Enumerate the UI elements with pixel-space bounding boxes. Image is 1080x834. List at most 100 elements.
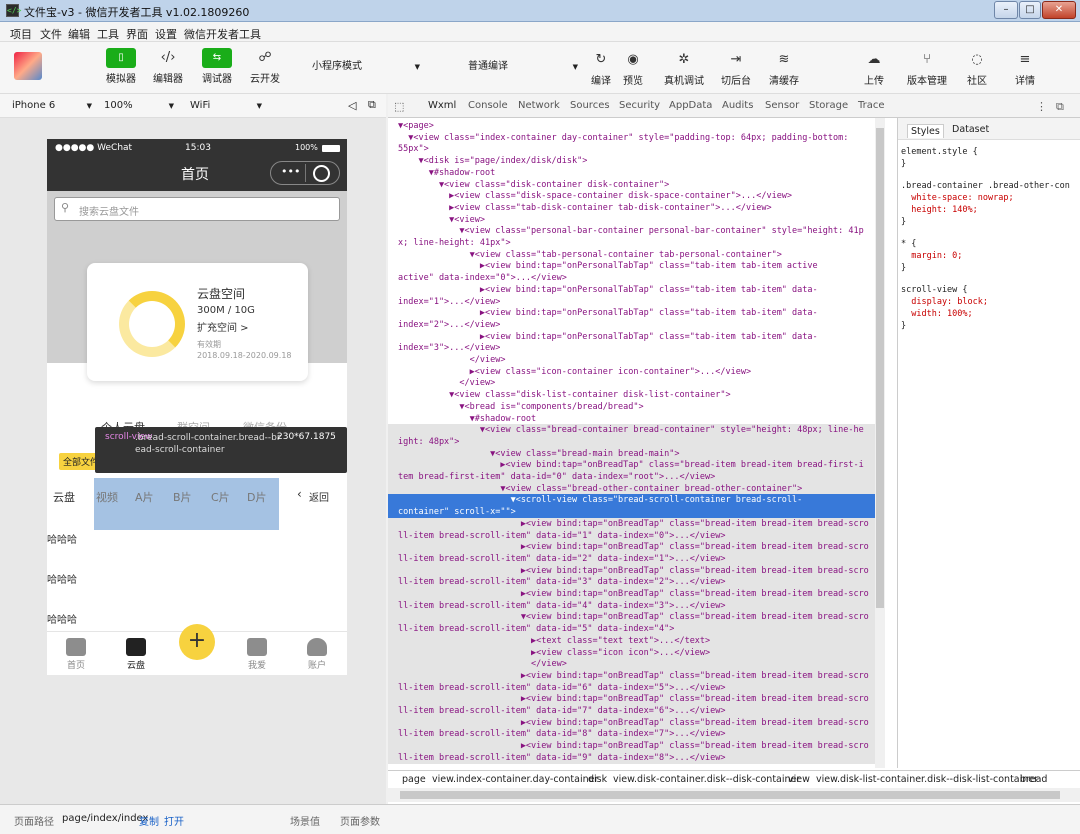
copy-path-link[interactable]: 复制 (139, 813, 159, 828)
avatar[interactable] (14, 52, 42, 80)
wxml-node-line[interactable]: ▼#shadow-root (388, 413, 875, 425)
real-device-debug-button[interactable]: ✲ 真机调试 (660, 50, 708, 87)
tabbar-home[interactable]: 首页 (56, 638, 96, 671)
wxml-node-line[interactable]: ▼<scroll-view class="bread-scroll-contai… (388, 494, 875, 507)
wxml-node-line[interactable]: ▶<view bind:tap="onBreadTap" class="brea… (388, 716, 875, 729)
scrollbar-thumb[interactable] (876, 128, 884, 608)
wxml-node-line[interactable]: index="3">...</view> (388, 342, 875, 354)
tabbar-account[interactable]: 账户 (297, 638, 337, 671)
tab-sensor[interactable]: Sensor (765, 100, 799, 111)
debugger-button[interactable]: ⇆ 调试器 (199, 48, 235, 85)
back-button[interactable]: 返回 (309, 489, 329, 504)
menu-item-wechat-devtools[interactable]: 微信开发者工具 (184, 26, 261, 42)
wxml-node-line[interactable]: ▼<view class="personal-bar-container per… (388, 225, 875, 237)
horizontal-scrollbar[interactable] (388, 788, 1080, 802)
wxml-node-line[interactable]: ▼<page> (388, 120, 875, 132)
breadcrumb-node[interactable]: disk (588, 774, 607, 785)
tab-storage[interactable]: Storage (809, 100, 848, 111)
menu-item-project[interactable]: 项目 (10, 26, 32, 42)
mode-select[interactable]: 小程序模式 ▼ (312, 58, 420, 76)
tab-appdata[interactable]: AppData (669, 100, 712, 111)
scene-value-button[interactable]: 场景值 (290, 813, 320, 828)
more-icon[interactable]: ••• (281, 165, 300, 178)
wxml-node-line[interactable]: ▶<view bind:tap="onBreadTap" class="brea… (388, 693, 875, 706)
page-params-button[interactable]: 页面参数 (340, 813, 380, 828)
wxml-node-line[interactable]: ▼<view class="bread-container bread-cont… (388, 424, 875, 437)
wxml-node-line[interactable]: ll-item bread-scroll-item" data-id="2" d… (388, 552, 875, 565)
list-item[interactable]: 哈哈哈 (47, 531, 77, 546)
breadcrumb-node[interactable]: view.index-container.day-container (432, 774, 598, 785)
upload-button[interactable]: ☁ 上传 (858, 50, 890, 87)
menu-item-file[interactable]: 文件 (40, 26, 62, 42)
menu-item-edit[interactable]: 编辑 (68, 26, 90, 42)
editor-button[interactable]: ‹/› 编辑器 (150, 48, 186, 85)
wxml-node-line[interactable]: ▼<view class="index-container day-contai… (388, 132, 875, 144)
tab-security[interactable]: Security (619, 100, 660, 111)
tab-console[interactable]: Console (468, 100, 508, 111)
tab-sources[interactable]: Sources (570, 100, 610, 111)
search-input[interactable]: ⚲ 搜索云盘文件 (54, 197, 340, 221)
wxml-node-line[interactable]: ▼<view class="disk-container disk-contai… (388, 179, 875, 191)
tabbar-disk[interactable]: 云盘 (116, 638, 156, 671)
breadcrumb-node[interactable]: page (402, 774, 426, 785)
wxml-node-line[interactable]: ▶<view bind:tap="onBreadTap" class="brea… (388, 740, 875, 753)
wxml-node-line[interactable]: container" scroll-x=""> (388, 506, 875, 519)
wxml-node-line[interactable]: ▼<view class="bread-other-container brea… (388, 482, 875, 495)
wxml-node-line[interactable]: active" data-index="0">...</view> (388, 272, 875, 284)
wxml-node-line[interactable]: ll-item bread-scroll-item" data-id="1" d… (388, 529, 875, 542)
wxml-node-line[interactable]: index="1">...</view> (388, 296, 875, 308)
inspect-element-icon[interactable]: ⬚ (394, 100, 404, 113)
wxml-node-line[interactable]: index="2">...</view> (388, 319, 875, 331)
breadcrumb-node[interactable]: view (788, 774, 810, 785)
breadcrumb-root[interactable]: 云盘 (53, 489, 75, 505)
wxml-node-line[interactable]: ▼<bread is="components/bread/bread"> (388, 401, 875, 413)
cloud-dev-button[interactable]: ☍ 云开发 (247, 48, 283, 85)
detach-window-icon[interactable]: ⧉ (368, 98, 376, 112)
tab-dataset[interactable]: Dataset (952, 124, 989, 135)
wxml-node-line[interactable]: </view> (388, 377, 875, 389)
details-button[interactable]: ≡ 详情 (1010, 50, 1040, 87)
wxml-node-line[interactable]: x; line-height: 41px"> (388, 237, 875, 249)
minimize-button[interactable]: – (994, 1, 1018, 19)
wxml-node-line[interactable]: ▼<view> (388, 214, 875, 226)
wxml-node-line[interactable]: ▶<view bind:tap="onBreadTap" class="brea… (388, 459, 875, 472)
wxml-node-line[interactable]: ▶<view bind:tap="onBreadTap" class="brea… (388, 564, 875, 577)
expand-space-link[interactable]: 扩充空间 > (197, 319, 249, 334)
compile-button[interactable]: ↻ 编译 (586, 50, 616, 87)
maximize-button[interactable]: □ (1019, 1, 1041, 19)
network-select[interactable]: WiFi ▼ (190, 97, 262, 115)
breadcrumb-item[interactable]: A片 (135, 489, 154, 505)
wxml-node-line[interactable]: ll-item bread-scroll-item" data-id="4" d… (388, 599, 875, 612)
wxml-node-line[interactable]: ▶<view class="disk-space-container disk-… (388, 190, 875, 202)
wxml-node-line[interactable]: </view> (388, 354, 875, 366)
breadcrumb-item[interactable]: B片 (173, 489, 192, 505)
wxml-node-line[interactable]: ▶<view bind:tap="onBreadTap" class="brea… (388, 669, 875, 682)
close-circle-icon[interactable] (313, 165, 330, 182)
wxml-node-line[interactable]: ▶<view bind:tap="onBreadTap" class="brea… (388, 541, 875, 554)
clear-cache-button[interactable]: ≋ 清缓存 (765, 50, 803, 87)
list-item[interactable]: 哈哈哈 (47, 571, 77, 586)
tab-network[interactable]: Network (518, 100, 560, 111)
wxml-node-line[interactable]: </view> (388, 658, 875, 671)
wxml-node-line[interactable]: ll-item bread-scroll-item" data-id="8" d… (388, 728, 875, 741)
wxml-node-line[interactable]: ight: 48px"> (388, 435, 875, 448)
hscrollbar-thumb[interactable] (400, 791, 1060, 799)
volume-icon[interactable]: ◁ (348, 99, 356, 112)
device-model-select[interactable]: iPhone 6 ▼ (12, 97, 92, 115)
breadcrumb-node[interactable]: view.disk-container.disk--disk-container (613, 774, 800, 785)
tabbar-love[interactable]: 我爱 (237, 638, 277, 671)
menu-item-tools[interactable]: 工具 (97, 26, 119, 42)
switch-background-button[interactable]: ⇥ 切后台 (717, 50, 755, 87)
wxml-node-line[interactable]: ▶<view bind:tap="onBreadTap" class="brea… (388, 517, 875, 530)
tab-audits[interactable]: Audits (722, 100, 753, 111)
wxml-node-line[interactable]: ▼<disk is="page/index/disk/disk"> (388, 155, 875, 167)
wxml-node-line[interactable]: ▶<view bind:tap="onPersonalTabTap" class… (388, 307, 875, 319)
compile-mode-select[interactable]: 普通编译 ▼ (468, 58, 578, 76)
menu-item-settings[interactable]: 设置 (155, 26, 177, 42)
wxml-node-line[interactable]: ▶<view class="tab-disk-container tab-dis… (388, 202, 875, 214)
wxml-node-line[interactable]: ▶<view class="icon-container icon-contai… (388, 366, 875, 378)
wxml-node-line[interactable]: ▶<view bind:tap="onPersonalTabTap" class… (388, 260, 875, 272)
add-button[interactable]: + (179, 624, 215, 660)
list-item[interactable]: 哈哈哈 (47, 611, 77, 626)
wxml-node-line[interactable]: ▶<text class="text text">...</text> (388, 634, 875, 647)
